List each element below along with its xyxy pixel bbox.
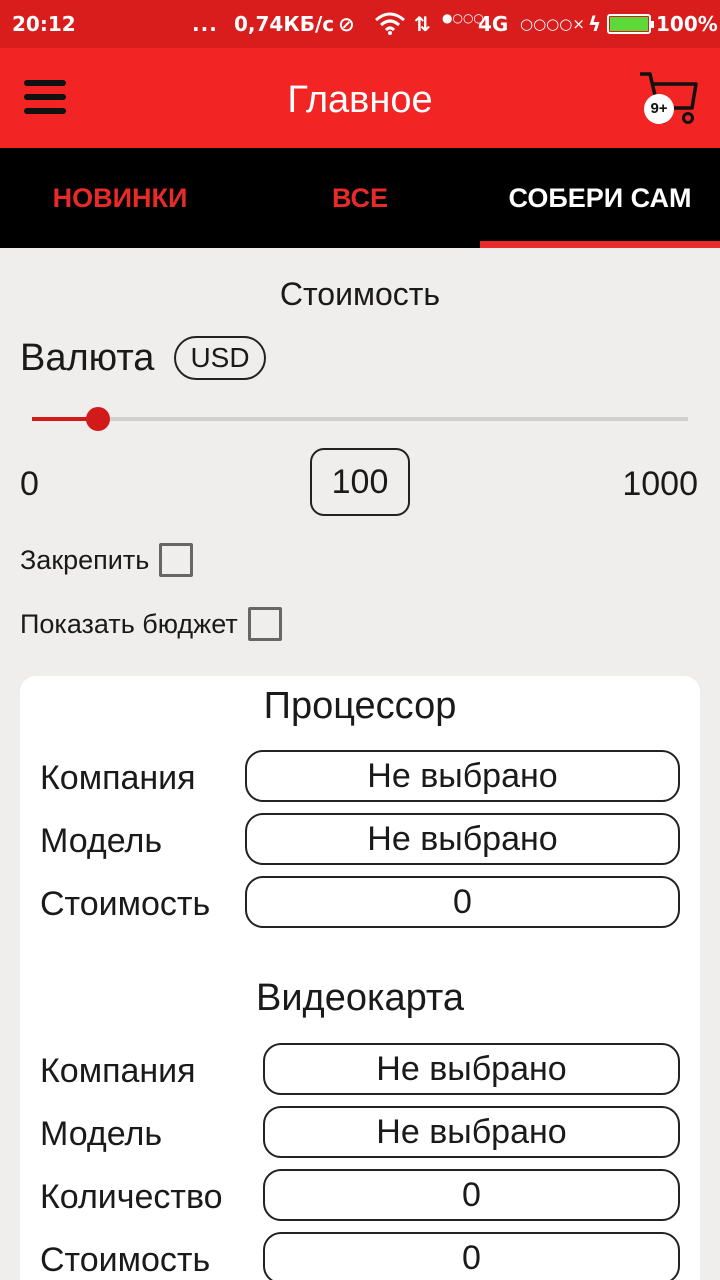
cart-icon[interactable]: 9+ — [636, 68, 700, 126]
gpu-company-label: Компания — [40, 1052, 196, 1090]
app-bar: Главное 9+ — [0, 48, 720, 148]
data-arrows-icon: ⇅ — [414, 12, 431, 36]
status-speed: 0,74КБ/с — [234, 12, 335, 36]
gpu-model-label: Модель — [40, 1115, 163, 1153]
budget-value-field[interactable]: 100 — [310, 448, 410, 516]
gpu-company-select[interactable]: Не выбрано — [263, 1043, 680, 1095]
cost-title: Стоимость — [279, 276, 441, 312]
status-dots: ... — [192, 12, 218, 36]
wifi-icon — [374, 12, 406, 41]
tab-indicator — [480, 241, 720, 248]
charging-icon: ϟ — [588, 12, 602, 36]
processor-title: Процессор — [263, 685, 457, 727]
page-title: Главное — [287, 79, 433, 121]
gpu-cost-field[interactable]: 0 — [263, 1232, 680, 1280]
tab-bar: НОВИНКИ ВСЕ СОБЕРИ САМ — [0, 148, 720, 248]
tab-all[interactable]: ВСЕ — [240, 148, 480, 248]
pin-row: Закрепить — [20, 540, 194, 578]
range-min: 0 — [20, 465, 39, 503]
gpu-quantity-label: Количество — [40, 1178, 223, 1216]
alarm-off-icon: ⊘ — [338, 12, 355, 36]
show-budget-row: Показать бюджет — [20, 604, 282, 642]
components-card: Процессор Компания Не выбрано Модель Не … — [20, 676, 700, 1280]
status-network: 4G — [478, 12, 509, 36]
processor-cost-field[interactable]: 0 — [245, 876, 680, 928]
processor-cost-label: Стоимость — [40, 885, 211, 923]
signal-strength-icon: ○○○○× — [520, 15, 585, 33]
processor-model-label: Модель — [40, 822, 163, 860]
processor-company-label: Компания — [40, 759, 196, 797]
status-time: 20:12 — [12, 12, 76, 36]
cart-badge: 9+ — [644, 94, 674, 124]
currency-selector[interactable]: USD — [174, 336, 266, 380]
slider-thumb[interactable] — [86, 407, 110, 431]
pin-label: Закрепить — [20, 544, 150, 575]
processor-company-select[interactable]: Не выбрано — [245, 750, 680, 802]
currency-label: Валюта — [20, 337, 155, 379]
show-budget-label: Показать бюджет — [20, 608, 238, 639]
budget-slider[interactable] — [32, 404, 688, 434]
slider-track — [32, 417, 688, 421]
gpu-model-select[interactable]: Не выбрано — [263, 1106, 680, 1158]
range-max: 1000 — [622, 465, 698, 503]
tab-build-yourself[interactable]: СОБЕРИ САМ — [480, 148, 720, 248]
status-bar: 20:12 ... 0,74КБ/с ⊘ ⇅ ●○○○ 4G ○○○○× ϟ 1… — [0, 0, 720, 48]
pin-checkbox[interactable] — [159, 542, 194, 577]
battery-icon — [607, 14, 654, 34]
gpu-title: Видеокарта — [255, 977, 465, 1019]
show-budget-checkbox[interactable] — [247, 606, 282, 641]
gpu-quantity-field[interactable]: 0 — [263, 1169, 680, 1221]
battery-fill — [610, 17, 648, 31]
processor-model-select[interactable]: Не выбрано — [245, 813, 680, 865]
tab-new[interactable]: НОВИНКИ — [0, 148, 240, 248]
gpu-cost-label: Стоимость — [40, 1241, 211, 1279]
status-battery: 100% — [656, 12, 718, 36]
